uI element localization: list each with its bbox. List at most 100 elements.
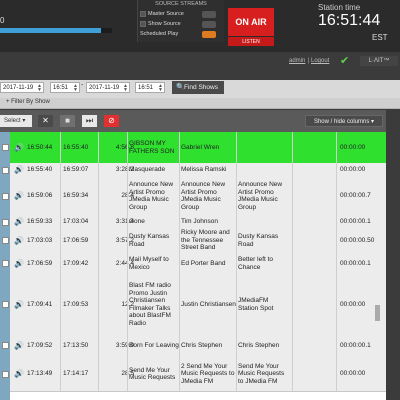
- column-divider: [179, 177, 180, 215]
- master-source-checkbox[interactable]: [140, 11, 146, 17]
- row-checkbox[interactable]: [2, 371, 9, 378]
- from-time-input[interactable]: 16:51 ▲ ▼: [50, 82, 80, 93]
- column-divider: [60, 163, 61, 177]
- master-source-toggle[interactable]: [202, 11, 216, 18]
- row-checkbox[interactable]: [2, 301, 9, 308]
- to-time-input[interactable]: 16:51 ▲ ▼: [135, 82, 165, 93]
- scheduled-play-row[interactable]: Scheduled Play: [140, 30, 222, 39]
- table-row[interactable]: 🔊 16:50:44 16:55:40 4:56.8 GIBSON MY FATHERS…: [2, 132, 386, 164]
- volume-icon[interactable]: 🔊: [14, 163, 24, 177]
- column-divider: [127, 357, 128, 391]
- on-air-button[interactable]: ON AIR: [228, 8, 274, 36]
- row-checkbox[interactable]: [2, 219, 9, 226]
- skip-icon[interactable]: ⏭: [82, 115, 97, 127]
- start-time-cell: 16:50:44: [27, 143, 53, 151]
- table-row[interactable]: 🔊 17:09:52 17:13:50 3:59.0 Born For Leaving C…: [2, 334, 386, 358]
- volume-icon[interactable]: 🔊: [14, 177, 24, 215]
- end-time-cell: 17:09:53: [63, 300, 89, 308]
- scrollbar-track[interactable]: [386, 110, 400, 400]
- column-divider: [179, 229, 180, 252]
- table-row[interactable]: 🔊 16:59:33 17:03:04 3:31.4 Gone Tim Johnson 00…: [2, 215, 386, 230]
- column-divider: [98, 163, 99, 177]
- clear-icon[interactable]: ✕: [38, 115, 53, 127]
- creator-cell: Announce New Artist Promo JMedia Music G…: [181, 181, 226, 211]
- filter-by-show-label[interactable]: + Filter By Show: [6, 99, 50, 105]
- table-row[interactable]: 🔊17:13:4917:14:1728.5Send Me Your Music …: [2, 357, 386, 392]
- table-row[interactable]: 🔊 17:03:03 17:06:59 3:57.2 Dusty Kansas Road…: [2, 229, 386, 253]
- stop-icon[interactable]: ■: [60, 115, 75, 127]
- column-divider: [179, 132, 180, 163]
- show-source-row[interactable]: Show Source: [140, 20, 222, 29]
- spinner-icon: ▲ ▼: [37, 83, 42, 93]
- table-row[interactable]: 🔊16:59:0616:59:3428.4Announce New Artist…: [2, 177, 386, 216]
- row-checkbox[interactable]: [2, 237, 9, 244]
- column-divider: [236, 252, 237, 275]
- to-date-input[interactable]: 2017-11-19 ▲ ▼: [86, 82, 130, 93]
- end-time-cell: 17:14:17: [63, 370, 89, 378]
- scheduled-play-toggle[interactable]: [202, 31, 216, 38]
- progress-track: [0, 28, 112, 33]
- volume-icon[interactable]: 🔊: [14, 275, 24, 334]
- volume-icon[interactable]: 🔊: [14, 229, 24, 252]
- row-checkbox[interactable]: [2, 260, 9, 267]
- volume-icon[interactable]: 🔊: [14, 252, 24, 275]
- column-divider: [127, 334, 128, 357]
- listen-button[interactable]: LISTEN: [228, 37, 274, 46]
- creator-cell: Justin Christiansen: [181, 300, 236, 308]
- table-row[interactable]: 🔊 16:55:40 16:59:07 3:28.2 Masquerade Melissa…: [2, 163, 386, 178]
- column-divider: [292, 163, 293, 177]
- end-time-cell: 17:09:42: [63, 259, 89, 267]
- select-dropdown-button[interactable]: Select ▾: [0, 115, 32, 127]
- volume-icon[interactable]: 🔊: [14, 132, 24, 163]
- column-divider: [60, 275, 61, 334]
- master-source-label: Master Source: [148, 11, 184, 17]
- user-link[interactable]: admin: [289, 58, 305, 64]
- from-date-input[interactable]: 2017-11-19 ▲ ▼: [0, 82, 44, 93]
- row-checkbox[interactable]: [2, 167, 9, 174]
- column-divider: [292, 357, 293, 391]
- table-row[interactable]: 🔊17:09:4117:09:5312.2Blast FM radio Prom…: [2, 275, 386, 335]
- show-source-checkbox[interactable]: [140, 21, 146, 27]
- cue-cell: 00:00:00: [340, 143, 366, 151]
- creator-cell: Melissa Ramski: [181, 166, 227, 174]
- cue-cell: 00:00:00: [340, 166, 366, 174]
- column-divider: [179, 163, 180, 177]
- table-row[interactable]: 🔊 17:06:59 17:09:42 2:44.4 Mail Myself to Me…: [2, 252, 386, 276]
- find-shows-label: Find Shows: [184, 84, 218, 91]
- row-checkbox[interactable]: [2, 144, 9, 151]
- show-source-toggle[interactable]: [202, 21, 216, 28]
- album-cell: [238, 163, 290, 177]
- show-source-label: Show Source: [148, 21, 181, 27]
- logout-link[interactable]: Logout: [311, 58, 329, 64]
- source-streams-panel: SOURCE STREAMS Master Source Show Source…: [137, 0, 224, 42]
- column-divider: [236, 357, 237, 391]
- scrollbar-thumb[interactable]: [375, 305, 380, 321]
- delete-icon[interactable]: ⊘: [104, 115, 119, 127]
- album-cell: Chris Stephen: [238, 341, 280, 349]
- filter-by-show-row[interactable]: + Filter By Show: [0, 98, 400, 109]
- column-divider: [236, 229, 237, 252]
- column-divider: [98, 252, 99, 275]
- column-divider: [336, 334, 337, 357]
- playlist-table: 🔊 16:50:44 16:55:40 4:56.8 GIBSON MY FATHERS…: [0, 132, 386, 400]
- column-divider: [60, 215, 61, 229]
- start-time-cell: 16:59:06: [27, 192, 53, 200]
- column-divider: [60, 229, 61, 252]
- volume-icon[interactable]: 🔊: [14, 334, 24, 357]
- row-checkbox[interactable]: [2, 193, 9, 200]
- column-divider: [60, 252, 61, 275]
- spinner-icon: ▲ ▼: [123, 83, 128, 93]
- creator-cell: Chris Stephen: [181, 341, 223, 349]
- album-cell: JMediaFM Station Spot: [238, 297, 274, 312]
- row-checkbox[interactable]: [2, 342, 9, 349]
- from-time-value: 16:51: [53, 85, 69, 91]
- range-dash: -: [81, 82, 84, 89]
- start-time-cell: 17:09:52: [27, 341, 53, 349]
- volume-icon[interactable]: 🔊: [14, 357, 24, 391]
- end-time-cell: 16:55:40: [63, 143, 89, 151]
- master-source-row[interactable]: Master Source: [140, 10, 222, 19]
- column-divider: [98, 275, 99, 334]
- volume-icon[interactable]: 🔊: [14, 215, 24, 229]
- find-shows-button[interactable]: 🔍 Find Shows: [172, 81, 224, 94]
- show-hide-columns-button[interactable]: Show / hide columns ▾: [305, 115, 383, 127]
